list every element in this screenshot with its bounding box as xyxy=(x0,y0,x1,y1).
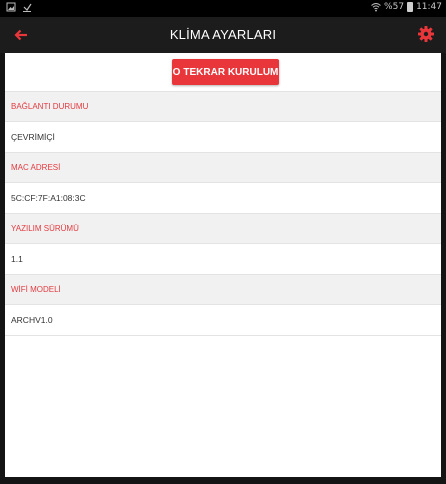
battery-percent: %57 xyxy=(384,2,405,12)
reset-button-area: O TEKRAR KURULUM xyxy=(5,53,441,92)
status-bar: %57 11:47 xyxy=(0,0,446,17)
app-bar: KLİMA AYARLARI xyxy=(0,17,446,53)
mac-address-header: MAC ADRESİ xyxy=(5,153,441,183)
screen: %57 11:47 KLİMA AYARLARI O TEKRAR KURULU… xyxy=(0,0,446,484)
gear-icon[interactable] xyxy=(416,24,436,44)
connection-status-header: BAĞLANTI DURUMU xyxy=(5,92,441,122)
mac-address-value: 5C:CF:7F:A1:08:3C xyxy=(5,183,441,214)
software-version-header: YAZILIM SÜRÜMÜ xyxy=(5,214,441,244)
wifi-model-header: WİFİ MODELİ xyxy=(5,275,441,305)
status-right: %57 11:47 xyxy=(371,2,442,12)
wifi-icon xyxy=(371,3,381,12)
gallery-icon xyxy=(6,2,16,12)
reinstall-button-label: TEKRAR KURULUM xyxy=(183,66,279,78)
reset-icon: O xyxy=(172,66,181,78)
settings-content: O TEKRAR KURULUM BAĞLANTI DURUMU ÇEVRİMİ… xyxy=(5,53,441,477)
wifi-model-value: ARCHV1.0 xyxy=(5,305,441,336)
battery-icon xyxy=(407,2,414,12)
page-title: KLİMA AYARLARI xyxy=(169,27,277,42)
reinstall-button[interactable]: O TEKRAR KURULUM xyxy=(172,59,279,85)
software-version-value: 1.1 xyxy=(5,244,441,275)
status-time: 11:47 xyxy=(416,2,442,12)
connection-status-value: ÇEVRİMİÇİ xyxy=(5,122,441,153)
download-icon xyxy=(23,3,32,12)
status-left xyxy=(6,2,32,12)
